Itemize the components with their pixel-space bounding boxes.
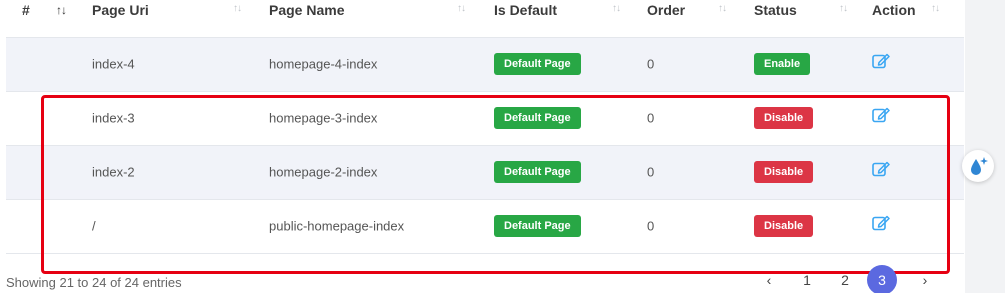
- default-page-badge[interactable]: Default Page: [494, 161, 581, 183]
- sort-icon[interactable]: ↑↓: [612, 3, 621, 14]
- sort-icon[interactable]: ↑↓: [233, 3, 242, 14]
- column-label: Page Uri: [92, 2, 149, 18]
- table-row: index-2 homepage-2-index Default Page 0 …: [6, 145, 964, 200]
- prev-page-icon[interactable]: ‹: [754, 265, 784, 293]
- column-label: Status: [754, 2, 797, 18]
- entries-info: Showing 21 to 24 of 24 entries: [6, 275, 182, 290]
- page-link-1[interactable]: 1: [792, 265, 822, 293]
- column-header-action[interactable]: Action ↑↓: [872, 0, 964, 38]
- status-disable-button[interactable]: Disable: [754, 107, 814, 129]
- status-disable-button[interactable]: Disable: [754, 215, 814, 237]
- column-label: Page Name: [269, 2, 345, 18]
- column-label: Is Default: [494, 2, 558, 18]
- page-link-2[interactable]: 2: [830, 265, 860, 293]
- default-page-badge[interactable]: Default Page: [494, 53, 581, 75]
- table-row: / public-homepage-index Default Page 0 D…: [6, 199, 964, 254]
- page-uri-cell: index-4: [92, 56, 135, 72]
- default-page-badge[interactable]: Default Page: [494, 107, 581, 129]
- column-header-is-default[interactable]: Is Default ↑↓: [494, 0, 647, 38]
- column-header-page-uri[interactable]: Page Uri ↑↓: [92, 0, 269, 38]
- column-label: Order: [647, 2, 686, 18]
- next-page-icon[interactable]: ›: [910, 265, 940, 293]
- sort-icon[interactable]: ↑↓: [839, 3, 848, 14]
- column-header-hash[interactable]: #: [6, 0, 50, 38]
- page-link-3-active[interactable]: 3: [867, 265, 897, 293]
- pages-table: # ↑↓ Page Uri ↑↓ Page Name ↑↓ Is Default…: [6, 0, 964, 254]
- page-name-cell: public-homepage-index: [269, 218, 405, 234]
- edit-icon[interactable]: [872, 52, 890, 71]
- table-row: index-4 homepage-4-index Default Page 0 …: [6, 37, 964, 92]
- table-header-row: # ↑↓ Page Uri ↑↓ Page Name ↑↓ Is Default…: [6, 0, 964, 38]
- page-name-cell: homepage-4-index: [269, 56, 378, 72]
- scrollbar-track[interactable]: [965, 0, 1005, 293]
- water-drop-sparkle-icon[interactable]: [962, 150, 994, 182]
- page-name-cell: homepage-3-index: [269, 110, 378, 126]
- edit-icon[interactable]: [872, 160, 890, 179]
- order-cell: 0: [647, 56, 655, 72]
- column-header-page-name[interactable]: Page Name ↑↓: [269, 0, 494, 38]
- sort-active-icon[interactable]: ↑↓: [56, 3, 67, 17]
- status-enable-button[interactable]: Enable: [754, 53, 811, 75]
- column-header-order[interactable]: Order ↑↓: [647, 0, 754, 38]
- edit-icon[interactable]: [872, 214, 890, 233]
- order-cell: 0: [647, 164, 655, 180]
- sort-icon[interactable]: ↑↓: [718, 3, 727, 14]
- page-uri-cell: index-2: [92, 164, 135, 180]
- table-row: index-3 homepage-3-index Default Page 0 …: [6, 91, 964, 146]
- sort-icon[interactable]: ↑↓: [457, 3, 466, 14]
- page-name-cell: homepage-2-index: [269, 164, 378, 180]
- status-disable-button[interactable]: Disable: [754, 161, 814, 183]
- column-label: Action: [872, 2, 916, 18]
- sort-icon[interactable]: ↑↓: [931, 3, 940, 14]
- edit-icon[interactable]: [872, 106, 890, 125]
- column-label: #: [22, 2, 30, 18]
- order-cell: 0: [647, 218, 655, 234]
- default-page-badge[interactable]: Default Page: [494, 215, 581, 237]
- column-header-sort[interactable]: ↑↓: [50, 0, 92, 38]
- page-uri-cell: index-3: [92, 110, 135, 126]
- page-uri-cell: /: [92, 218, 96, 234]
- order-cell: 0: [647, 110, 655, 126]
- column-header-status[interactable]: Status ↑↓: [754, 0, 872, 38]
